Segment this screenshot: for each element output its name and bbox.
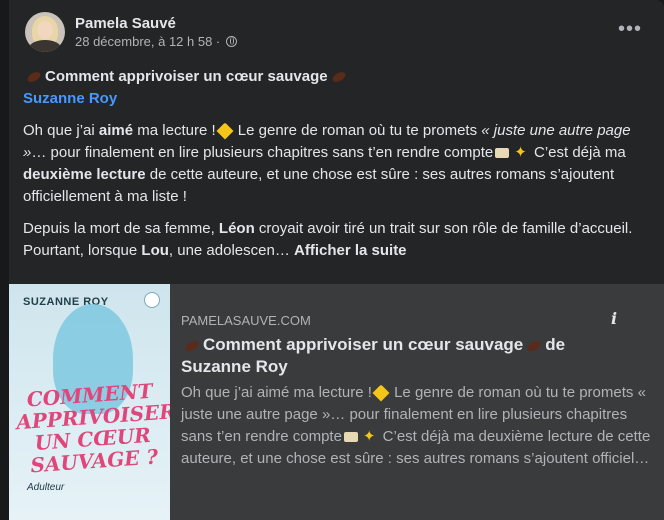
more-options-button[interactable]: ••• — [618, 19, 642, 39]
post-title: Comment apprivoiser un cœur sauvage — [45, 68, 328, 85]
heart-icon — [216, 122, 234, 140]
book-cover-image[interactable]: SUZANNE ROY COMMENT APPRIVOISER UN CŒUR … — [9, 284, 170, 520]
heart-icon — [372, 384, 390, 402]
open-book-icon — [343, 432, 358, 443]
link-text: i PAMELASAUVE.COM Comment apprivoiser un… — [181, 304, 651, 470]
timestamp-text[interactable]: 28 décembre, à 12 h 58 · — [75, 33, 220, 51]
link-domain: PAMELASAUVE.COM — [181, 313, 311, 328]
book-icon — [526, 338, 543, 353]
see-more-link[interactable]: Afficher la suite — [294, 242, 407, 259]
post-title-line: Comment apprivoiser un cœur sauvage — [23, 66, 655, 88]
post-timestamp[interactable]: 28 décembre, à 12 h 58 · — [75, 33, 238, 51]
post-card: Pamela Sauvé 28 décembre, à 12 h 58 · ••… — [9, 0, 664, 520]
avatar[interactable] — [25, 12, 65, 52]
book-icon — [25, 70, 43, 84]
link-description: Oh que j’ai aimé ma lecture ! Le genre d… — [181, 384, 651, 467]
sparkle-icon: ✦ — [514, 144, 527, 161]
link-title[interactable]: Comment apprivoiser un cœur sauvage de Suz… — [181, 334, 651, 378]
post-header: Pamela Sauvé 28 décembre, à 12 h 58 · — [25, 12, 238, 52]
post-text: Comment apprivoiser un cœur sauvage Suza… — [23, 66, 655, 262]
paragraph-1: Oh que j’ai aimé ma lecture ! Le genre d… — [23, 122, 631, 205]
author-link[interactable]: Suzanne Roy — [23, 88, 655, 110]
cover-publisher: Adulteur — [27, 482, 65, 493]
author-name[interactable]: Pamela Sauvé — [75, 14, 237, 33]
globe-icon — [226, 36, 238, 47]
link-preview[interactable]: SUZANNE ROY COMMENT APPRIVOISER UN CŒUR … — [9, 284, 664, 520]
book-icon — [330, 70, 347, 84]
paragraph-2: Depuis la mort de sa femme, Léon croyait… — [23, 220, 633, 259]
open-book-icon — [495, 148, 510, 159]
sparkle-icon: ✦ — [362, 428, 376, 445]
book-icon — [183, 338, 201, 353]
badge-icon — [144, 292, 160, 308]
cover-title: COMMENT APPRIVOISER UN CŒUR SAUVAGE ? — [15, 378, 170, 478]
info-button[interactable]: i — [599, 304, 629, 334]
